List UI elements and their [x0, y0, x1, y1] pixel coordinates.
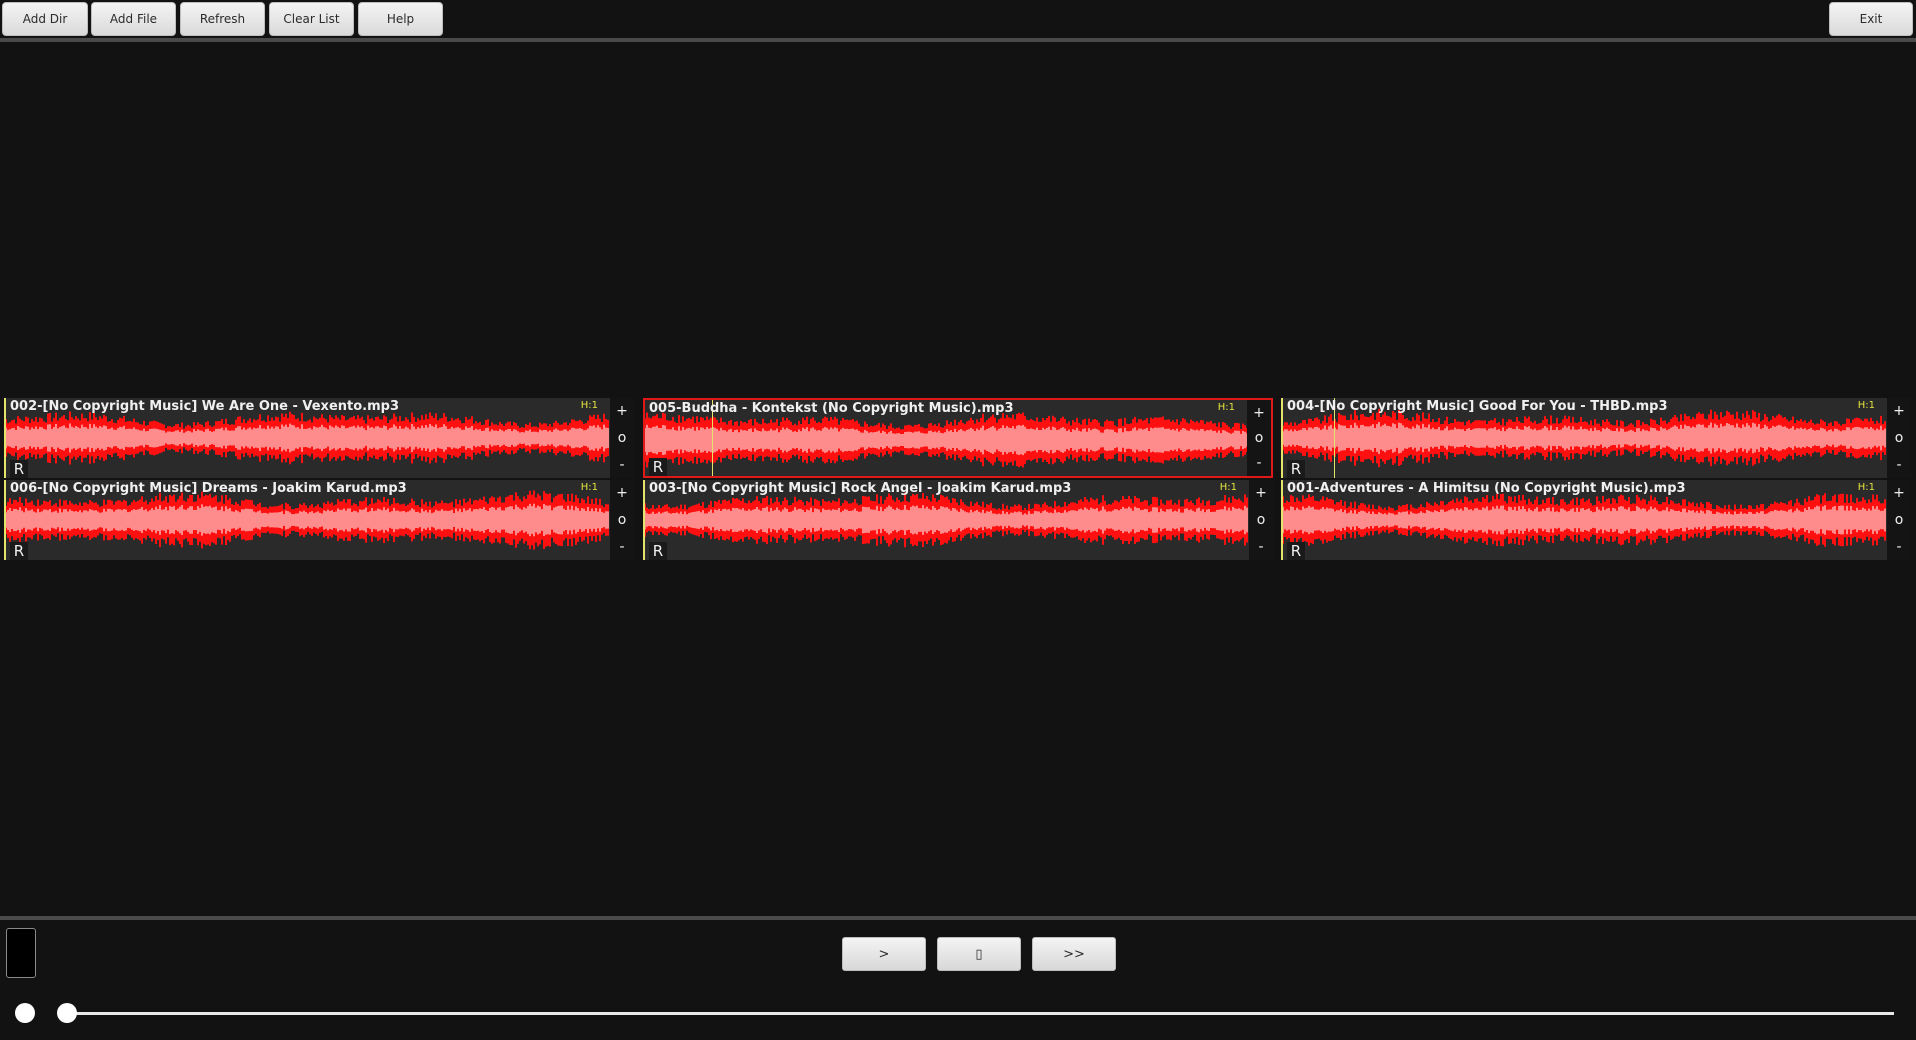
volume-knob[interactable]: [15, 1003, 35, 1023]
track-hot-label: H:1: [1857, 400, 1875, 411]
gain-plus-button[interactable]: +: [1255, 486, 1267, 500]
add-file-button[interactable]: Add File: [91, 2, 176, 36]
track-card[interactable]: 002-[No Copyright Music] We Are One - Ve…: [4, 398, 634, 478]
track-card[interactable]: 006-[No Copyright Music] Dreams - Joakim…: [4, 480, 634, 560]
album-cover-thumbnail: [6, 928, 36, 978]
track-title: 006-[No Copyright Music] Dreams - Joakim…: [10, 481, 407, 496]
track-repeat-button[interactable]: R: [10, 542, 28, 560]
track-hot-label: H:1: [1219, 482, 1237, 493]
track-gain-controls: + o -: [1249, 480, 1273, 560]
gain-plus-button[interactable]: +: [1253, 406, 1265, 420]
gain-reset-button[interactable]: o: [1895, 431, 1904, 445]
gain-minus-button[interactable]: -: [1256, 456, 1261, 470]
top-toolbar: Add Dir Add File Refresh Clear List Help…: [0, 0, 1916, 38]
gain-minus-button[interactable]: -: [1896, 458, 1901, 472]
gain-reset-button[interactable]: o: [1255, 431, 1264, 445]
track-title: 005-Buddha - Kontekst (No Copyright Musi…: [649, 401, 1014, 416]
track-gain-controls: + o -: [610, 480, 634, 560]
exit-button[interactable]: Exit: [1829, 2, 1913, 36]
gain-reset-button[interactable]: o: [1895, 513, 1904, 527]
stop-button[interactable]: ▯: [937, 937, 1021, 971]
track-title: 001-Adventures - A Himitsu (No Copyright…: [1287, 481, 1686, 496]
track-gain-controls: + o -: [1887, 398, 1911, 478]
track-repeat-button[interactable]: R: [10, 460, 28, 478]
track-hot-label: H:1: [580, 482, 598, 493]
clear-list-button[interactable]: Clear List: [269, 2, 354, 36]
track-title: 003-[No Copyright Music] Rock Angel - Jo…: [649, 481, 1072, 496]
track-repeat-button[interactable]: R: [1287, 542, 1305, 560]
track-card-selected[interactable]: 005-Buddha - Kontekst (No Copyright Musi…: [643, 398, 1273, 478]
track-hot-label: H:1: [580, 400, 598, 411]
track-repeat-button[interactable]: R: [649, 458, 667, 476]
next-button[interactable]: >>: [1032, 937, 1116, 971]
seek-bar-handle[interactable]: [57, 1003, 77, 1023]
refresh-button[interactable]: Refresh: [180, 2, 265, 36]
waveform-inner: [645, 505, 1248, 535]
track-card[interactable]: 004-[No Copyright Music] Good For You - …: [1281, 398, 1911, 478]
gain-minus-button[interactable]: -: [619, 458, 624, 472]
gain-plus-button[interactable]: +: [1893, 404, 1905, 418]
track-hot-label: H:1: [1857, 482, 1875, 493]
track-card[interactable]: 001-Adventures - A Himitsu (No Copyright…: [1281, 480, 1911, 560]
track-repeat-button[interactable]: R: [649, 542, 667, 560]
track-title: 002-[No Copyright Music] We Are One - Ve…: [10, 399, 399, 414]
track-repeat-button[interactable]: R: [1287, 460, 1305, 478]
track-gain-controls: + o -: [1247, 400, 1271, 476]
help-button[interactable]: Help: [358, 2, 443, 36]
gain-plus-button[interactable]: +: [616, 404, 628, 418]
top-divider: [0, 38, 1916, 42]
gain-minus-button[interactable]: -: [1896, 540, 1901, 554]
add-dir-button[interactable]: Add Dir: [2, 2, 88, 36]
track-card[interactable]: 003-[No Copyright Music] Rock Angel - Jo…: [643, 480, 1273, 560]
seek-bar-track[interactable]: [66, 1012, 1894, 1015]
play-button[interactable]: >: [842, 937, 926, 971]
gain-plus-button[interactable]: +: [616, 486, 628, 500]
track-hot-label: H:1: [1217, 402, 1235, 413]
gain-reset-button[interactable]: o: [618, 513, 627, 527]
track-title: 004-[No Copyright Music] Good For You - …: [1287, 399, 1668, 414]
gain-reset-button[interactable]: o: [618, 431, 627, 445]
track-gain-controls: + o -: [610, 398, 634, 478]
gain-minus-button[interactable]: -: [619, 540, 624, 554]
gain-minus-button[interactable]: -: [1258, 540, 1263, 554]
gain-plus-button[interactable]: +: [1893, 486, 1905, 500]
bottom-divider: [0, 916, 1916, 920]
gain-reset-button[interactable]: o: [1257, 513, 1266, 527]
track-gain-controls: + o -: [1887, 480, 1911, 560]
